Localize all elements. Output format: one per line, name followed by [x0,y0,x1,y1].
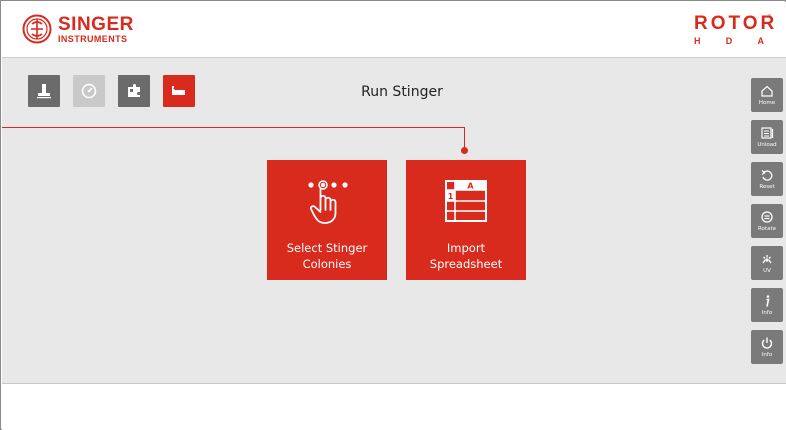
uv-button[interactable]: UV [751,246,783,280]
header-bar: SINGER INSTRUMENTS ROTOR ™ H D A [2,2,786,58]
singer-logo-icon [22,14,52,44]
singer-logo-line1: SINGER [58,13,134,35]
singer-logo-line2: INSTRUMENTS [58,33,128,44]
main-workspace: Run Stinger Select Stinger Colonies A 1 … [2,58,786,384]
import-spreadsheet-button[interactable]: A 1 Import Spreadsheet [406,160,526,280]
unload-button-label: Unload [757,142,777,148]
uv-button-label: UV [763,268,771,274]
rotor-logo-tm: ™ [767,14,772,20]
rotor-logo-line1: ROTOR [694,13,778,34]
select-stinger-colonies-label: Select Stinger Colonies [272,240,382,272]
unload-icon [761,127,774,139]
toolbar-stamp-button[interactable] [28,75,60,107]
rotate-icon [761,211,773,223]
rotate-button[interactable]: Rotate [751,204,783,238]
rotor-hda-logo: ROTOR ™ H D A [694,13,778,46]
power-button[interactable]: Info [751,330,783,364]
select-stinger-colonies-button[interactable]: Select Stinger Colonies [267,160,387,280]
spreadsheet-icon: A 1 [441,176,491,226]
rotor-logo-line2: H D A [694,36,772,46]
unload-button[interactable]: Unload [751,120,783,154]
info-button-label: Info [761,310,773,316]
power-button-label: Info [761,352,773,358]
spreadsheet-icon-row-label: 1 [448,192,454,201]
reset-button-label: Reset [759,184,775,190]
home-icon [761,85,773,97]
gauge-icon [81,83,97,99]
rotor-logo-letter-d: D [725,36,733,46]
connector-dot [461,147,468,154]
select-stinger-colonies-label-line1: Select Stinger [286,241,368,255]
info-icon [766,295,770,307]
rotor-logo-letter-h: H [694,36,701,46]
page-title: Run Stinger [361,84,443,100]
toolbar-puzzle-button[interactable] [118,75,150,107]
footer-area [2,384,786,430]
spreadsheet-icon-col-label: A [467,182,474,191]
singer-instruments-logo: SINGER INSTRUMENTS [22,14,134,44]
import-spreadsheet-label-line2: Spreadsheet [429,257,503,271]
toolbar-plate-button[interactable] [163,75,195,107]
import-spreadsheet-label: Import Spreadsheet [411,240,521,272]
power-icon [761,337,773,349]
tap-hand-icon [297,176,357,226]
plate-icon [172,86,185,95]
home-button-label: Home [758,100,776,106]
toolbar-gauge-button[interactable] [73,75,105,107]
workflow-toolbar [28,75,195,107]
reset-icon [761,170,773,181]
info-button[interactable]: Info [751,288,783,322]
connector-line-horizontal [2,127,465,128]
rotate-button-label: Rotate [757,226,776,232]
stamp-icon [37,84,51,99]
select-stinger-colonies-label-line2: Colonies [302,257,352,271]
rotor-logo-letter-a: A [757,36,765,46]
uv-icon [762,255,772,264]
app-window: SINGER INSTRUMENTS ROTOR ™ H D A Run Sti… [0,0,786,430]
import-spreadsheet-label-line1: Import [446,241,486,255]
puzzle-icon [128,84,140,97]
home-button[interactable]: Home [751,78,783,112]
side-control-panel: Home Unload Reset Rotate UV Info Info [751,78,783,364]
singer-logo-text: SINGER INSTRUMENTS [58,15,134,44]
reset-button[interactable]: Reset [751,162,783,196]
